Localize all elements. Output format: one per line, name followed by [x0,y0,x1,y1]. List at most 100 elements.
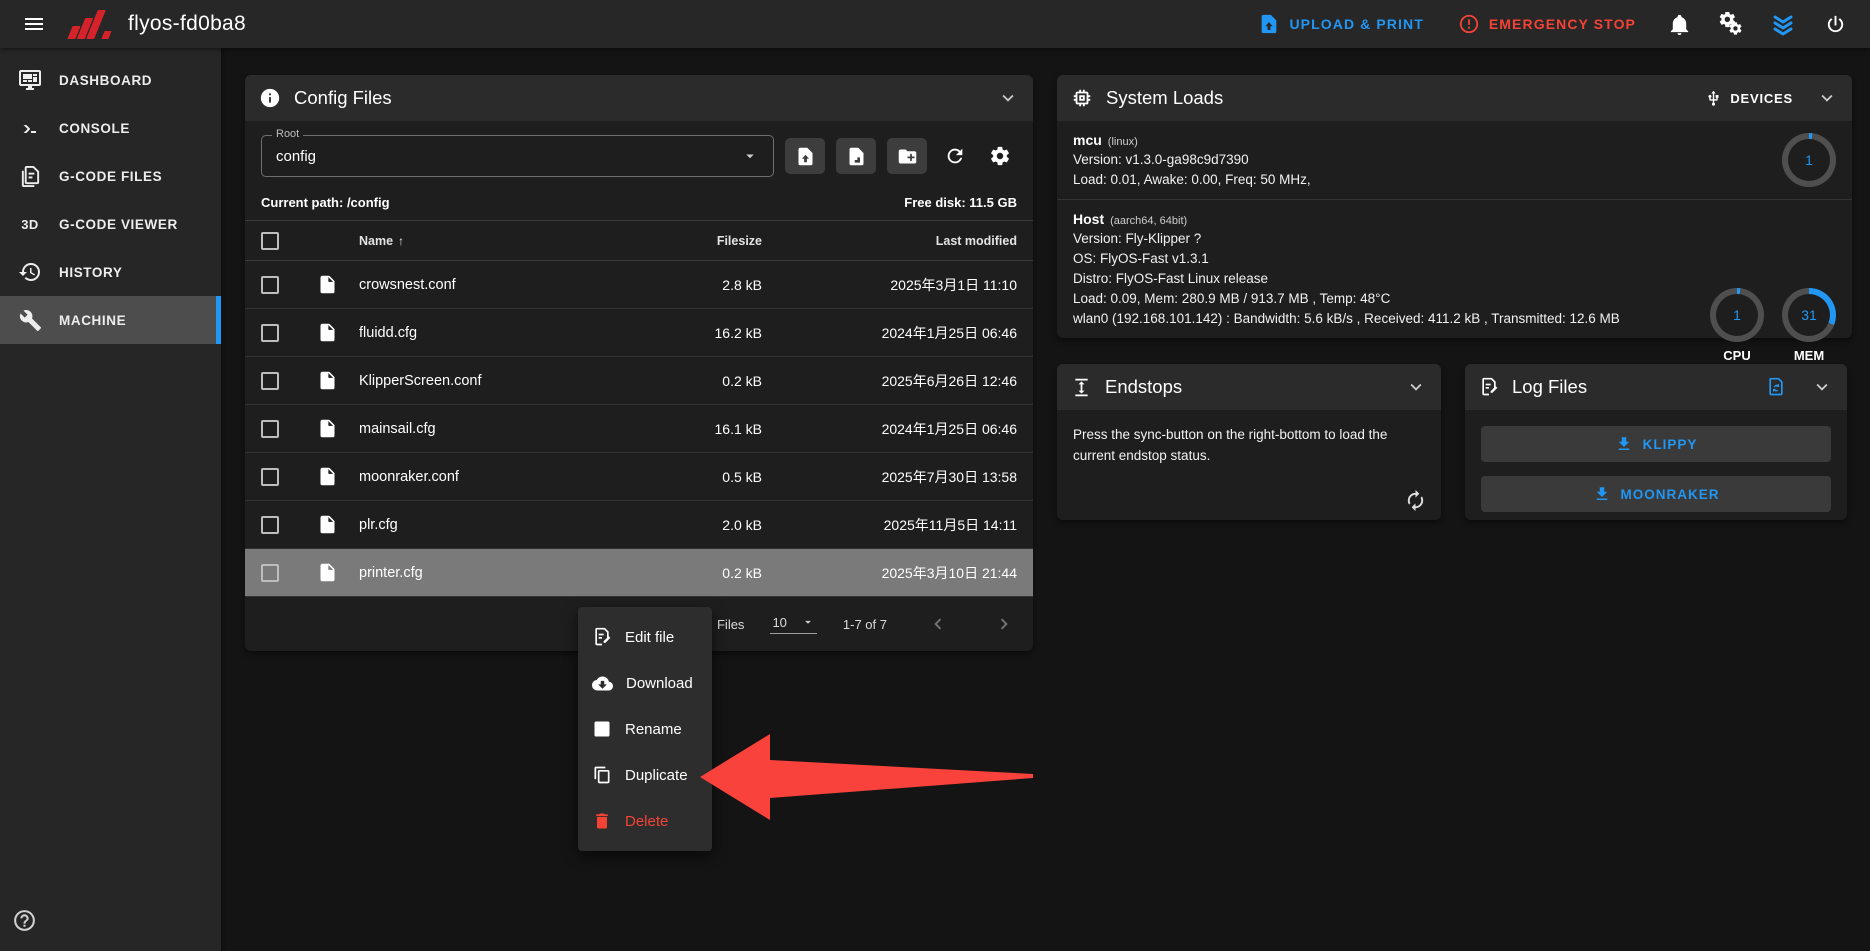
top-app-bar: flyos-fd0ba8 UPLOAD & PRINT EMERGENCY ST… [0,0,1870,48]
create-file-button[interactable] [836,138,876,174]
table-row[interactable]: fluidd.cfg 16.2 kB 2024年1月25日 06:46 [245,309,1033,357]
file-context-menu: Edit file Download Rename Duplicate Dele… [578,607,712,851]
file-icon [317,322,359,343]
select-caret-icon [801,615,815,629]
refresh-button[interactable] [938,138,972,174]
files-per-page-label: Files [717,617,744,632]
menu-item-delete[interactable]: Delete [578,798,712,844]
collapse-chevron-icon[interactable] [1811,376,1833,398]
select-all-checkbox[interactable] [261,232,279,250]
mem-gauge: 31 MEM [1782,288,1836,363]
notifications-bell-icon[interactable] [1658,3,1700,45]
menu-item-edit-file[interactable]: Edit file [578,614,712,660]
column-name[interactable]: Name↑ [359,234,632,248]
table-row[interactable]: moonraker.conf 0.5 kB 2025年7月30日 13:58 [245,453,1033,501]
log-files-header: Log Files [1465,364,1847,410]
file-icon [317,418,359,439]
endstop-axis-icon [1071,377,1092,398]
file-table-header: Name↑ Filesize Last modified [245,221,1033,261]
download-icon [1593,485,1611,503]
annotation-arrow-pointing-duplicate [700,722,1033,832]
row-checkbox[interactable] [261,420,279,438]
file-icon [317,466,359,487]
file-table: Name↑ Filesize Last modified crowsnest.c… [245,220,1033,597]
root-select[interactable]: Root config [261,135,774,177]
collapse-chevron-icon[interactable] [1405,376,1427,398]
row-checkbox[interactable] [261,276,279,294]
log-files-title: Log Files [1512,376,1587,398]
sidebar-item-dashboard[interactable]: DASHBOARD [0,56,221,104]
sidebar-item-gcode-files[interactable]: G-CODE FILES [0,152,221,200]
file-refresh-icon[interactable] [1766,377,1786,397]
download-klippy-log-button[interactable]: KLIPPY [1481,426,1831,462]
create-folder-button[interactable] [887,138,927,174]
current-path-text: Current path: /config [261,195,390,210]
sidebar-item-console[interactable]: CONSOLE [0,104,221,152]
table-row[interactable]: KlipperScreen.conf 0.2 kB 2025年6月26日 12:… [245,357,1033,405]
table-row[interactable]: crowsnest.conf 2.8 kB 2025年3月1日 11:10 [245,261,1033,309]
endstops-title: Endstops [1105,376,1182,398]
page-next-icon[interactable] [993,613,1015,635]
wrench-icon [17,309,43,332]
download-icon [1615,435,1633,453]
mcu-section: mcu(linux) Version: v1.3.0-ga98c9d7390 L… [1057,121,1852,199]
collapse-chevron-icon[interactable] [997,87,1019,109]
layers-stack-icon[interactable] [1762,3,1804,45]
table-row[interactable]: plr.cfg 2.0 kB 2025年11月5日 14:11 [245,501,1033,549]
row-checkbox[interactable] [261,564,279,582]
file-icon [317,370,359,391]
collapse-chevron-icon[interactable] [1816,87,1838,109]
table-row[interactable]: mainsail.cfg 16.1 kB 2024年1月25日 06:46 [245,405,1033,453]
row-checkbox[interactable] [261,372,279,390]
help-icon[interactable] [12,908,37,933]
settings-cogs-icon[interactable] [1710,3,1752,45]
menu-item-rename[interactable]: Rename [578,706,712,752]
rename-box-icon [592,719,612,739]
sidebar-item-gcode-viewer[interactable]: 3D G-CODE VIEWER [0,200,221,248]
endstops-message: Press the sync-button on the right-botto… [1073,427,1387,463]
table-row-selected[interactable]: printer.cfg 0.2 kB 2025年3月10日 21:44 [245,549,1033,597]
menu-item-download[interactable]: Download [578,660,712,706]
row-checkbox[interactable] [261,516,279,534]
config-files-title: Config Files [294,87,392,109]
menu-item-duplicate[interactable]: Duplicate [578,752,712,798]
column-last-modified[interactable]: Last modified [762,234,1017,248]
sync-endstops-icon[interactable] [1404,489,1427,512]
column-filesize[interactable]: Filesize [632,234,762,248]
content-copy-icon [592,765,612,785]
config-files-panel: Config Files Root config Curre [245,75,1033,651]
upload-file-button[interactable] [785,138,825,174]
devices-button[interactable]: DEVICES [1705,90,1793,107]
endstops-panel: Endstops Press the sync-button on the ri… [1057,364,1441,520]
info-icon [259,87,281,109]
row-checkbox[interactable] [261,324,279,342]
emergency-stop-button[interactable]: EMERGENCY STOP [1446,5,1648,43]
root-select-label: Root [272,128,303,140]
per-page-select[interactable]: 10 [770,615,816,634]
system-loads-header: System Loads DEVICES [1057,75,1852,121]
file-icon [317,274,359,295]
menu-icon[interactable] [14,4,54,44]
page-previous-icon[interactable] [927,613,949,635]
mcu-name: mcu [1073,132,1102,148]
system-loads-panel: System Loads DEVICES mcu(linux) Version:… [1057,75,1852,338]
file-icon [317,514,359,535]
upload-and-print-button[interactable]: UPLOAD & PRINT [1246,5,1435,43]
endstops-header: Endstops [1057,364,1441,410]
file-settings-gear-button[interactable] [983,138,1017,174]
sort-ascending-icon: ↑ [398,234,404,248]
root-select-value: config [276,148,316,165]
sidebar-item-machine[interactable]: MACHINE [0,296,221,344]
printer-name-title: flyos-fd0ba8 [128,12,246,36]
file-upload-icon [1258,13,1280,35]
mcu-load-gauge: 1 [1782,133,1836,187]
log-files-panel: Log Files KLIPPY MOONRAKER [1465,364,1847,520]
system-loads-title: System Loads [1106,87,1223,109]
file-edit-icon [592,627,612,647]
power-icon[interactable] [1814,3,1856,45]
usb-icon [1705,90,1722,107]
row-checkbox[interactable] [261,468,279,486]
sidebar-item-history[interactable]: HISTORY [0,248,221,296]
download-moonraker-log-button[interactable]: MOONRAKER [1481,476,1831,512]
file-icon [317,562,359,583]
